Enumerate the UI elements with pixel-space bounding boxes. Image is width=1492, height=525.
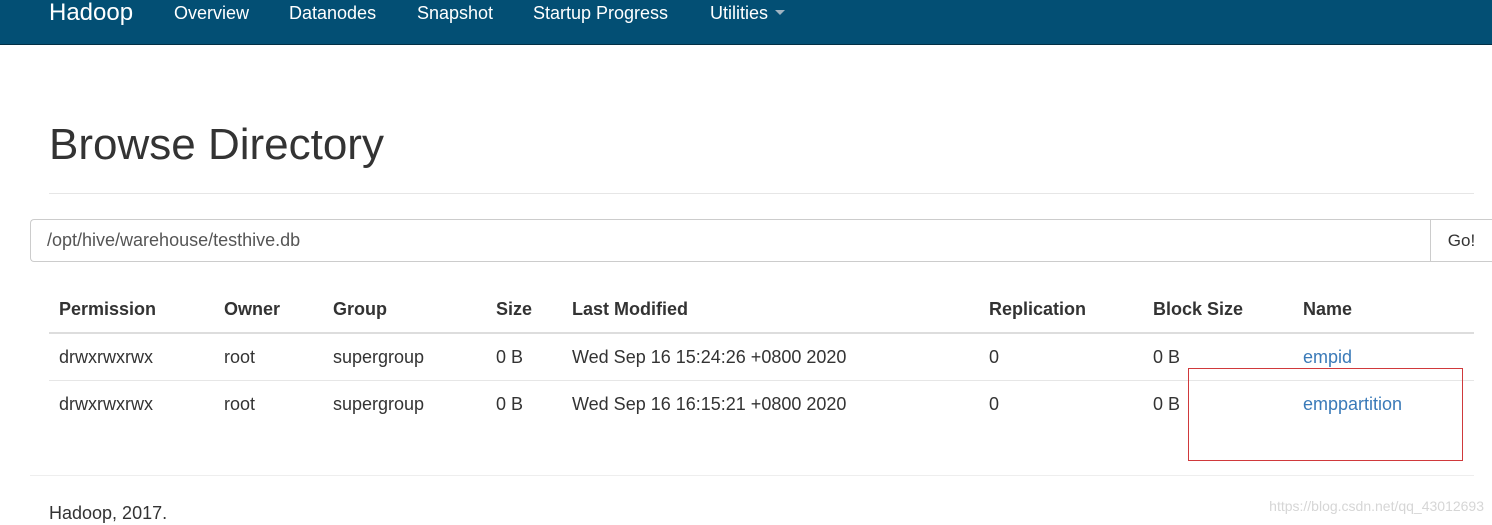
nav-utilities-dropdown[interactable]: Utilities xyxy=(710,0,786,26)
nav-utilities-label: Utilities xyxy=(710,3,769,23)
nav-startup-progress[interactable]: Startup Progress xyxy=(533,0,668,26)
column-header-last-modified[interactable]: Last Modified xyxy=(562,286,979,334)
cell-replication: 0 xyxy=(979,333,1143,381)
cell-owner: root xyxy=(214,333,323,381)
column-header-replication[interactable]: Replication xyxy=(979,286,1143,334)
cell-replication: 0 xyxy=(989,393,1000,414)
caret-down-icon xyxy=(775,9,786,15)
cell-last-modified: Wed Sep 16 15:24:26 +0800 2020 xyxy=(562,333,979,381)
brand-logo[interactable]: Hadoop xyxy=(49,0,133,26)
page-title: Browse Directory xyxy=(49,120,384,169)
cell-last-modified: Wed Sep 16 16:15:21 +0800 2020 xyxy=(572,393,847,414)
footer-divider xyxy=(30,475,1474,476)
cell-group: supergroup xyxy=(333,393,425,414)
cell-group: supergroup xyxy=(323,333,486,381)
directory-path-input[interactable] xyxy=(30,219,1430,262)
column-header-owner[interactable]: Owner xyxy=(214,286,323,334)
go-button[interactable]: Go! xyxy=(1430,219,1492,262)
cell-size: 0 B xyxy=(486,333,562,381)
cell-owner: root xyxy=(224,393,256,414)
annotation-highlight-box xyxy=(1188,368,1463,461)
column-header-permission[interactable]: Permission xyxy=(49,286,214,334)
watermark-text: https://blog.csdn.net/qq_43012693 xyxy=(1269,498,1484,514)
nav-snapshot[interactable]: Snapshot xyxy=(417,0,493,26)
column-header-name[interactable]: Name xyxy=(1293,286,1474,334)
cell-size: 0 B xyxy=(496,393,524,414)
cell-permission: drwxrwxrwx xyxy=(59,393,153,414)
column-header-group[interactable]: Group xyxy=(323,286,486,334)
title-divider xyxy=(49,193,1474,194)
top-navbar: Hadoop Overview Datanodes Snapshot Start… xyxy=(0,0,1492,45)
table-header-row: Permission Owner Group Size Last Modifie… xyxy=(49,286,1474,334)
nav-overview[interactable]: Overview xyxy=(174,0,249,26)
footer-copyright: Hadoop, 2017. xyxy=(49,503,168,523)
column-header-block-size[interactable]: Block Size xyxy=(1143,286,1293,334)
nav-datanodes[interactable]: Datanodes xyxy=(289,0,376,26)
cell-permission: drwxrwxrwx xyxy=(49,333,214,381)
column-header-size[interactable]: Size xyxy=(486,286,562,334)
directory-link-empid[interactable]: empid xyxy=(1303,347,1352,367)
